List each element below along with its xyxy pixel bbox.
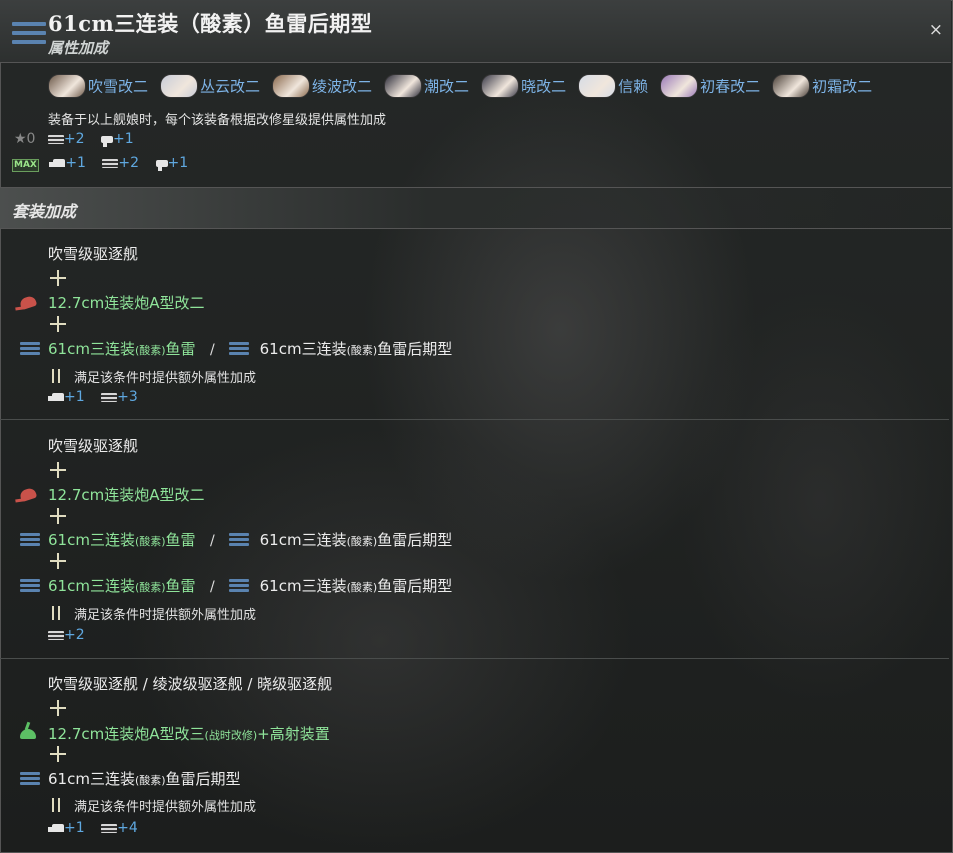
torpedo-bonus: +2 (47, 131, 85, 147)
torpedo-bonus: +4 (101, 820, 138, 836)
torpedo-icon (229, 533, 250, 547)
divider (0, 419, 949, 420)
bonus-note: 装备于以上舰娘时，每个该装备根据改修星级提供属性加成 (48, 113, 387, 128)
ship-item[interactable]: 晓改二 (481, 74, 566, 98)
plus-icon (50, 553, 66, 569)
header: 61cm三连装（酸素）鱼雷后期型 属性加成 × (0, 0, 951, 63)
torpedo-stat-icon (102, 158, 119, 168)
torpedo-icon (229, 579, 250, 593)
plus-icon (50, 462, 66, 478)
set-bonus-values: +2 (48, 627, 97, 643)
equip-torpedo-b[interactable]: 61cm三连装(酸素)鱼雷后期型 (260, 577, 453, 595)
ship-item[interactable]: 丛云改二 (160, 74, 260, 98)
torpedo-stat-icon (101, 392, 118, 402)
ship-avatar (578, 74, 617, 98)
torpedo-icon (20, 533, 40, 547)
ship-item[interactable]: 信赖 (578, 74, 648, 98)
plus-icon (50, 746, 66, 762)
ship-item[interactable]: 绫波改二 (272, 74, 372, 98)
ship-name: 晓改二 (521, 77, 567, 96)
evasion-stat-icon (48, 824, 64, 832)
plus-icon (50, 700, 66, 716)
divider (0, 658, 949, 659)
set-equip-gun[interactable]: 12.7cm连装炮A型改三(战时改修)+高射装置 (48, 723, 330, 744)
max-level-badge: MAX (12, 159, 39, 172)
torpedo-stat-icon (47, 134, 64, 144)
ship-name: 吹雪改二 (88, 77, 149, 96)
ship-avatar (48, 74, 86, 98)
torpedo-bonus: +2 (102, 155, 139, 171)
plus-icon (50, 316, 66, 332)
ship-list: 吹雪改二 丛云改二 绫波改二 潮改二 晓改二 信赖 初春改二 初霜改二 (48, 74, 884, 98)
page-title: 61cm三连装（酸素）鱼雷后期型 (48, 11, 373, 36)
set-bonus-values: +1 +4 (48, 820, 150, 836)
equip-torpedo-a[interactable]: 61cm三连装(酸素)鱼雷 (48, 340, 196, 358)
ship-avatar (772, 74, 811, 98)
close-icon[interactable]: × (929, 20, 943, 40)
set-equip-gun[interactable]: 12.7cm连装炮A型改二 (48, 484, 205, 505)
set-ship-class: 吹雪级驱逐舰 / 绫波级驱逐舰 / 晓级驱逐舰 (48, 675, 333, 693)
set-equip-torpedo[interactable]: 61cm三连装(酸素)鱼雷后期型 (48, 768, 241, 789)
set-equip-gun[interactable]: 12.7cm连装炮A型改二 (48, 292, 205, 313)
set-equip-torpedo-options: 61cm三连装(酸素)鱼雷 / 61cm三连装(酸素)鱼雷后期型 (48, 340, 453, 358)
set-condition: 满足该条件时提供额外属性加成 (74, 608, 257, 623)
hit-bonus: +1 (101, 131, 134, 147)
torpedo-stat-icon (101, 823, 118, 833)
evasion-bonus: +1 (49, 155, 86, 171)
equip-torpedo-a[interactable]: 61cm三连装(酸素)鱼雷 (48, 577, 196, 595)
set-bonus-title: 套装加成 (12, 202, 77, 221)
ship-name: 信赖 (618, 77, 649, 96)
set-condition: 满足该条件时提供额外属性加成 (74, 800, 257, 815)
ship-avatar (160, 74, 199, 98)
equals-icon (52, 606, 61, 620)
set-condition: 满足该条件时提供额外属性加成 (74, 371, 257, 386)
page-subtitle: 属性加成 (48, 39, 109, 57)
equals-icon (52, 798, 61, 812)
hit-stat-icon (101, 135, 114, 147)
set-bonus-values: +1 +3 (48, 389, 150, 405)
aa-gun-icon (20, 729, 36, 739)
ship-avatar (272, 74, 311, 98)
torpedo-icon (20, 342, 40, 356)
hit-stat-icon (155, 159, 168, 171)
ship-avatar (660, 74, 699, 98)
torpedo-icon (229, 342, 250, 356)
torpedo-bonus: +3 (101, 389, 138, 405)
max-level-row: MAX +1 +2 +1 (12, 155, 200, 172)
ship-name: 潮改二 (424, 77, 470, 96)
ship-name: 丛云改二 (200, 77, 261, 96)
torpedo-icon (20, 772, 40, 786)
set-equip-torpedo-options: 61cm三连装(酸素)鱼雷 / 61cm三连装(酸素)鱼雷后期型 (48, 531, 453, 549)
torpedo-icon (12, 20, 46, 46)
ship-item[interactable]: 初春改二 (660, 74, 760, 98)
equals-icon (52, 369, 61, 383)
ship-item[interactable]: 初霜改二 (772, 74, 872, 98)
ship-avatar (481, 74, 520, 98)
hit-bonus: +1 (155, 155, 188, 171)
ship-name: 初春改二 (700, 77, 761, 96)
star-level-row: ★0 +2 +1 (14, 131, 146, 147)
ship-name: 绫波改二 (312, 77, 373, 96)
evasion-bonus: +1 (48, 389, 85, 405)
ship-avatar (384, 74, 423, 98)
torpedo-stat-icon (48, 630, 64, 640)
ship-item[interactable]: 吹雪改二 (48, 74, 148, 98)
ship-name: 初霜改二 (812, 77, 873, 96)
star-level-label: ★0 (14, 131, 36, 147)
equip-torpedo-b[interactable]: 61cm三连装(酸素)鱼雷后期型 (260, 340, 453, 358)
set-ship-class: 吹雪级驱逐舰 (48, 245, 139, 263)
torpedo-bonus: +2 (48, 627, 85, 643)
plus-icon (50, 508, 66, 524)
evasion-stat-icon (48, 393, 64, 401)
set-ship-class: 吹雪级驱逐舰 (48, 437, 139, 455)
equip-torpedo-a[interactable]: 61cm三连装(酸素)鱼雷 (48, 531, 196, 549)
set-equip-torpedo-options: 61cm三连装(酸素)鱼雷 / 61cm三连装(酸素)鱼雷后期型 (48, 577, 453, 595)
set-bonus-header: 套装加成 (0, 187, 951, 229)
evasion-stat-icon (49, 159, 66, 167)
evasion-bonus: +1 (48, 820, 85, 836)
plus-icon (50, 270, 66, 286)
equip-torpedo-b[interactable]: 61cm三连装(酸素)鱼雷后期型 (260, 531, 453, 549)
torpedo-icon (20, 579, 40, 593)
ship-item[interactable]: 潮改二 (384, 74, 469, 98)
